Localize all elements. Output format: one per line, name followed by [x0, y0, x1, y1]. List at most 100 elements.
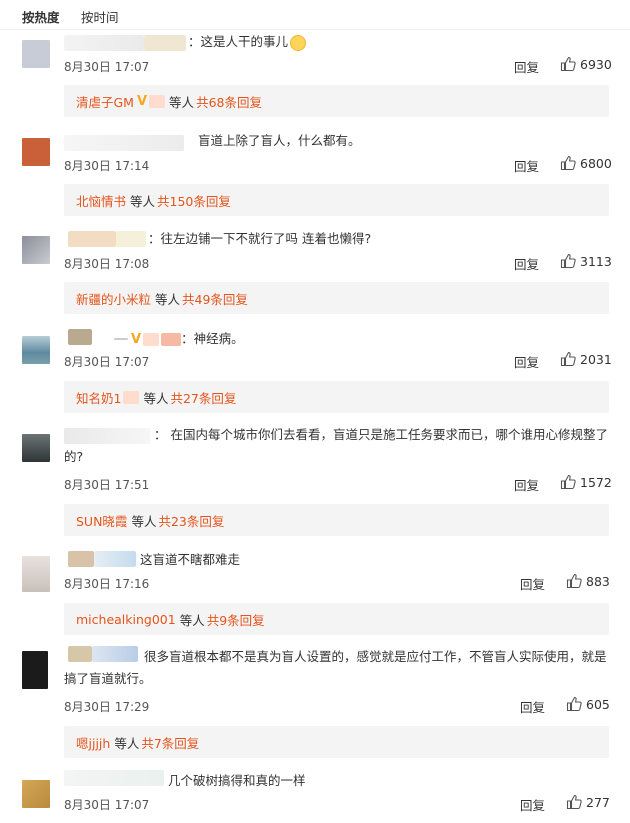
- verified-v-icon: V: [131, 332, 142, 347]
- username-badge-blurred: [114, 338, 128, 340]
- thumbs-up-icon: [566, 573, 582, 589]
- sort-tabs: 按热度 按时间: [0, 0, 630, 30]
- thumbs-up-icon: [560, 351, 576, 367]
- comment-text: 几个破树搞得和真的一样: [168, 773, 306, 788]
- comment-date: 8月30日 17:29: [64, 700, 150, 714]
- comment-text: ： 在国内每个城市你们去看看，盲道只是施工任务要求而已，哪个谁用心修规整了的?: [64, 427, 608, 464]
- reply-button[interactable]: 回复: [514, 57, 539, 76]
- sub-reply-count[interactable]: 共49条回复: [182, 289, 248, 308]
- sub-reply-user[interactable]: 新疆的小米粒: [76, 289, 151, 308]
- username-blurred[interactable]: [68, 551, 94, 567]
- laughing-emoji-icon: [290, 34, 307, 51]
- comment-date: 8月30日 17:07: [64, 60, 150, 74]
- like-button[interactable]: 6930: [560, 56, 612, 72]
- username-blurred[interactable]: [64, 135, 184, 151]
- sub-replies-summary[interactable]: 知名奶1 等人 共27条回复: [64, 381, 609, 413]
- sub-replies-summary[interactable]: michealking001 等人 共9条回复: [64, 603, 609, 635]
- like-button[interactable]: 605: [566, 696, 610, 712]
- sub-replies-summary[interactable]: 新疆的小米粒 等人 共49条回复: [64, 282, 609, 314]
- username-blurred[interactable]: [68, 329, 92, 345]
- reply-button[interactable]: 回复: [514, 352, 539, 371]
- reply-button[interactable]: 回复: [514, 475, 539, 494]
- sub-reply-others: 等人: [131, 513, 157, 529]
- like-button[interactable]: 2031: [560, 351, 612, 367]
- like-button[interactable]: 883: [566, 573, 610, 589]
- sub-reply-user[interactable]: michealking001: [76, 612, 176, 627]
- like-button[interactable]: 277: [566, 794, 610, 810]
- like-count: 1572: [580, 474, 612, 490]
- comment-text: V ：神经病。: [128, 328, 244, 351]
- avatar[interactable]: [22, 651, 48, 689]
- reply-button[interactable]: 回复: [520, 574, 545, 593]
- sub-replies-summary[interactable]: 清虐子GM V 等人 共68条回复: [64, 85, 609, 117]
- comment-text: 盲道上除了盲人，什么都有。: [198, 133, 361, 148]
- username-badge-blurred: [144, 35, 186, 51]
- username-blurred[interactable]: [68, 231, 116, 247]
- avatar[interactable]: [22, 556, 50, 592]
- comment-date: 8月30日 17:16: [64, 577, 150, 591]
- comment-text: 这盲道不瞎都难走: [140, 552, 241, 567]
- sub-reply-others: 等人: [169, 94, 195, 110]
- like-count: 883: [586, 573, 610, 589]
- thumbs-up-icon: [566, 794, 582, 810]
- sub-reply-user[interactable]: 嗯jjjjh: [76, 733, 110, 752]
- like-button[interactable]: 6800: [560, 155, 612, 171]
- like-button[interactable]: 1572: [560, 474, 612, 490]
- username-blurred[interactable]: [64, 35, 144, 51]
- comment-date: 8月30日 17:08: [64, 257, 150, 271]
- sub-reply-user[interactable]: 知名奶1: [76, 388, 121, 407]
- reply-button[interactable]: 回复: [514, 156, 539, 175]
- thumbs-up-icon: [560, 155, 576, 171]
- fan-level-badge-icon: [161, 333, 182, 346]
- reply-button[interactable]: 回复: [520, 795, 545, 814]
- comment-text: 很多盲道根本都不是真为盲人设置的，感觉就是应付工作，不管盲人实际使用，就是搞了盲…: [64, 649, 607, 686]
- avatar[interactable]: [22, 336, 50, 364]
- sub-reply-user[interactable]: SUN晓霞: [76, 511, 127, 530]
- username-blurred[interactable]: [64, 770, 164, 786]
- avatar[interactable]: [22, 138, 50, 166]
- thumbs-up-icon: [560, 56, 576, 72]
- sub-reply-others: 等人: [130, 193, 156, 209]
- thumbs-up-icon: [560, 253, 576, 269]
- avatar[interactable]: [22, 780, 50, 808]
- verified-v-icon: V: [136, 93, 148, 109]
- sub-reply-user[interactable]: 北恼情书: [76, 191, 126, 210]
- like-count: 3113: [580, 253, 612, 269]
- username-badge-blurred: [94, 551, 136, 567]
- sub-reply-user[interactable]: 清虐子GM: [76, 92, 134, 111]
- sub-reply-others: 等人: [114, 735, 140, 751]
- fan-badge-icon: [143, 333, 160, 346]
- like-count: 277: [586, 794, 610, 810]
- comment-text: ：这是人干的事儿: [188, 31, 307, 53]
- reply-button[interactable]: 回复: [514, 254, 539, 273]
- sub-replies-summary[interactable]: 北恼情书 等人 共150条回复: [64, 184, 609, 216]
- comment-date: 8月30日 17:14: [64, 159, 150, 173]
- sub-reply-others: 等人: [155, 291, 181, 307]
- sub-reply-count[interactable]: 共23条回复: [158, 511, 224, 530]
- thumbs-up-icon: [566, 696, 582, 712]
- sub-replies-summary[interactable]: SUN晓霞 等人 共23条回复: [64, 504, 609, 536]
- sub-reply-count[interactable]: 共27条回复: [170, 388, 236, 407]
- sub-reply-count[interactable]: 共7条回复: [141, 733, 199, 752]
- tab-by-popularity[interactable]: 按热度: [22, 7, 60, 26]
- tab-by-time[interactable]: 按时间: [81, 7, 119, 26]
- sub-reply-count[interactable]: 共150条回复: [157, 191, 231, 210]
- username-badge-blurred: [116, 231, 146, 247]
- sub-reply-others: 等人: [143, 390, 169, 406]
- avatar[interactable]: [22, 434, 50, 462]
- comment-text: ：往左边铺一下不就行了吗 连着也懒得?: [148, 231, 372, 246]
- sub-reply-others: 等人: [179, 612, 205, 628]
- avatar[interactable]: [22, 40, 50, 68]
- tabs-divider: [0, 29, 630, 30]
- avatar[interactable]: [22, 236, 50, 264]
- like-count: 6930: [580, 56, 612, 72]
- like-count: 2031: [580, 351, 612, 367]
- comment-date: 8月30日 17:07: [64, 355, 150, 369]
- like-count: 6800: [580, 155, 612, 171]
- fan-badge-icon: [123, 390, 140, 404]
- sub-reply-count[interactable]: 共9条回复: [207, 610, 265, 629]
- sub-reply-count[interactable]: 共68条回复: [196, 92, 262, 111]
- like-button[interactable]: 3113: [560, 253, 612, 269]
- reply-button[interactable]: 回复: [520, 697, 545, 716]
- sub-replies-summary[interactable]: 嗯jjjjh 等人 共7条回复: [64, 726, 609, 758]
